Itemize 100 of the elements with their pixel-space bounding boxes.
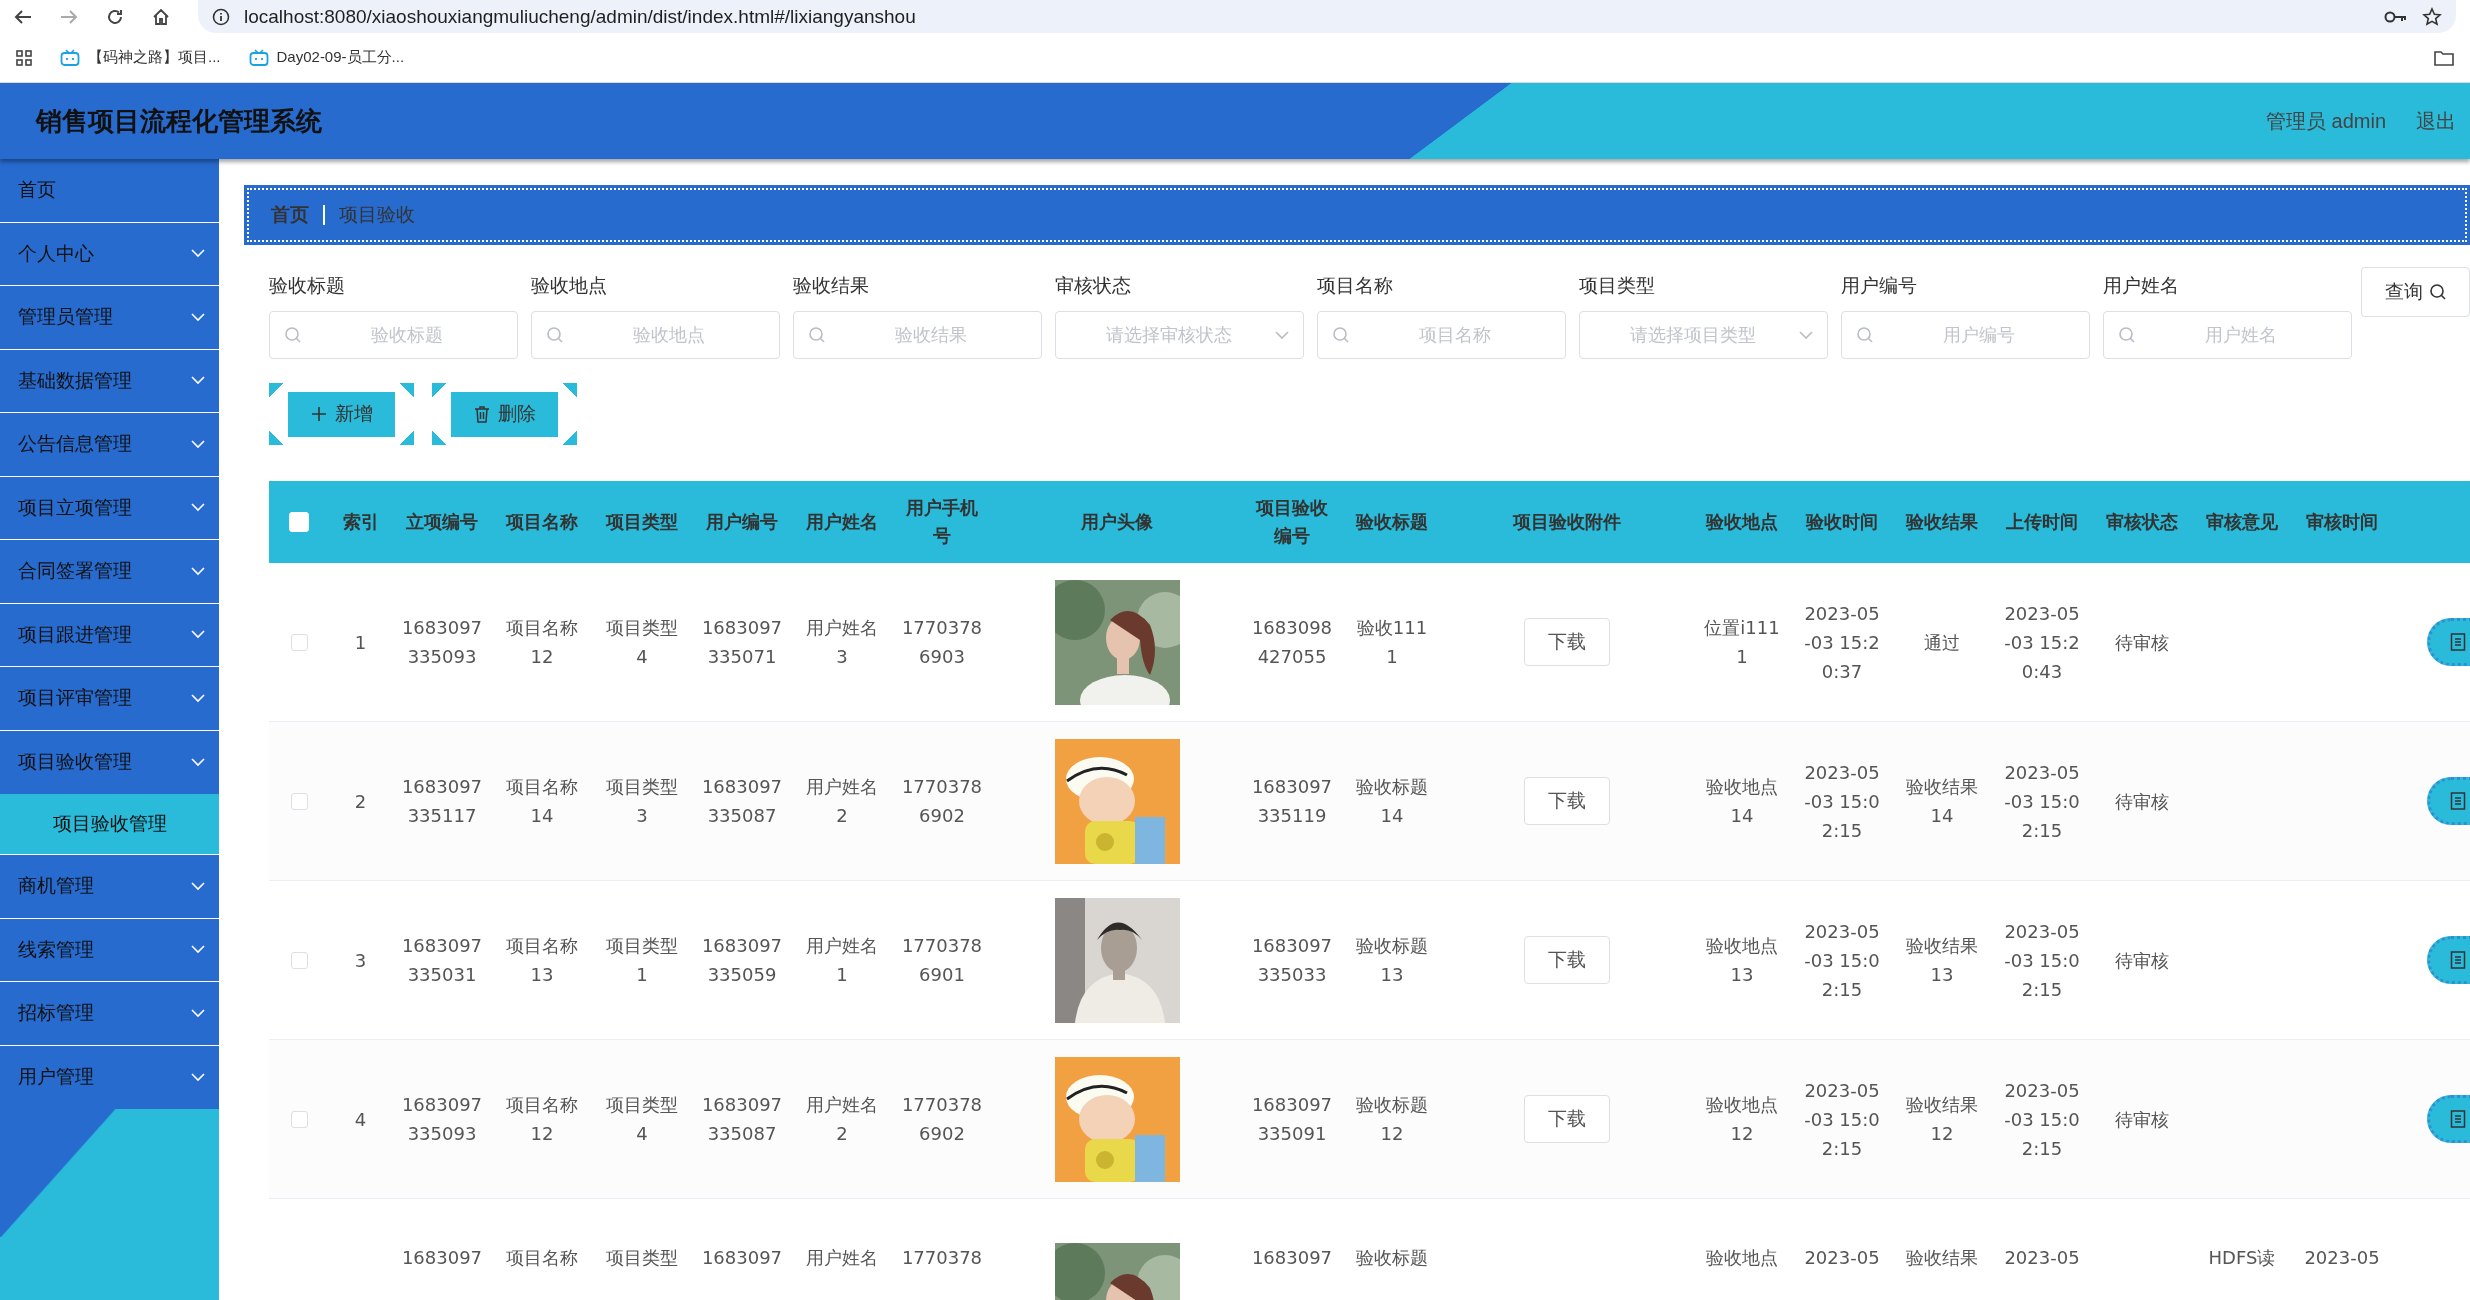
table-cell-text: 项目类型4 [605,1093,679,1146]
filter-label: 验收地点 [531,274,608,298]
table-cell-text: 17703786901 [901,934,983,987]
table-cell-text: 验收地点14 [1705,775,1779,828]
table-cell-text: 2023-05-03 15:20:43 [2003,601,2081,684]
chevron-down-icon [1275,330,1290,340]
search-icon [546,326,564,344]
back-icon[interactable] [14,8,32,25]
chevron-down-icon [191,693,205,703]
reload-icon[interactable] [106,7,124,26]
table-cell-text: 17703786903 [901,616,983,669]
table-cell-text: 项目名称12 [505,1093,579,1146]
table-cell-text: 1683097335093 [401,1093,483,1146]
apps-icon[interactable] [16,49,32,66]
table-cell-text: 用户姓名2 [805,1093,879,1146]
filter-label: 用户姓名 [2103,274,2181,298]
table-cell-text: 17703786902 [901,1093,983,1146]
table-cell-text: 通过 [1924,630,1960,655]
star-icon[interactable] [2422,6,2442,27]
table-cell-text: 1683097335071 [701,616,783,669]
checkbox[interactable] [290,633,308,651]
table-cell-text: 1683098427055 [1251,616,1333,669]
table-cell-text: 1683097335117 [401,775,483,828]
app-title: 销售项目流程化管理系统 [36,104,323,138]
column-header: 立项编号 [406,511,478,534]
folder-icon[interactable] [2434,49,2454,66]
checkbox[interactable] [290,1110,308,1128]
table-cell-text: 1770378 [901,1246,983,1270]
table-cell-text: 项目类型1 [605,934,679,987]
column-header: 审核状态 [2106,511,2178,534]
table-cell-text: 验收标题14 [1355,775,1429,828]
checkbox[interactable] [290,951,308,969]
column-header: 验收标题 [1356,511,1428,534]
document-icon [2450,792,2466,810]
table-cell-text: 1683097 [701,1246,783,1270]
table-cell-text: 2023-05-03 15:02:15 [1803,1078,1881,1161]
filter-label: 审核状态 [1055,274,1133,298]
column-header: 用户编号 [706,511,778,534]
download-button[interactable]: 下载 [1524,936,1610,984]
table-cell-text: 项目名称13 [505,934,579,987]
search-icon [808,326,827,344]
column-header: 用户手机号 [905,497,979,548]
table-cell-text: 2023-05-03 15:02:15 [2003,760,2081,843]
search-icon [2118,326,2137,344]
info-icon[interactable] [212,7,230,26]
chevron-down-icon [191,312,205,322]
download-button[interactable]: 下载 [1524,1095,1610,1143]
download-button[interactable]: 下载 [1524,618,1610,666]
table-cell-text: 1683097 [401,1246,483,1270]
table-cell-text: 项目名称12 [505,616,579,669]
column-header: 用户姓名 [806,511,878,534]
chevron-down-icon [191,249,205,259]
search-icon [2428,283,2447,301]
column-header: 用户头像 [1081,511,1153,534]
bookmark-link[interactable]: 【码神之路】项目... [88,48,221,67]
column-header: 项目验收编号 [1254,497,1329,548]
chevron-down-icon [191,566,205,576]
bookmark-link[interactable]: Day02-09-员工分... [276,48,405,67]
chevron-down-icon [191,376,205,386]
table-cell-text: 1683097335033 [1251,934,1333,987]
table-cell-text: 2023-05-03 15:02:15 [1803,760,1881,843]
chevron-down-icon [191,1008,205,1018]
filter-label: 项目名称 [1317,274,1395,298]
table-cell-text: 4 [354,1107,367,1132]
table-cell-text: 2023-05 [1804,1246,1880,1270]
sidebar-subitem[interactable]: 项目验收管理 [0,794,219,855]
column-header: 验收结果 [1906,511,1978,534]
filter-label: 验收结果 [793,274,871,298]
chevron-down-icon [1799,330,1814,340]
chevron-down-icon [191,881,205,891]
table-cell-text: 验收地点 [1706,1246,1778,1270]
table-cell-text: 验收1111 [1355,616,1429,669]
checkbox[interactable] [290,792,308,810]
user-label: 管理员 admin [2265,108,2386,134]
tv-icon [60,48,80,67]
table-cell-text: 待审核 [2115,789,2169,814]
table-cell-text: 3 [354,948,367,973]
home-icon[interactable] [152,7,170,26]
trash-icon [473,405,490,423]
filter-label: 项目类型 [1579,274,1657,298]
table-cell-text: 项目类型 [606,1246,678,1270]
chevron-down-icon [191,1072,205,1082]
tv-icon [248,48,269,67]
logout-link[interactable]: 退出 [2416,107,2456,135]
column-header: 项目名称 [506,511,578,534]
chevron-down-icon [191,757,205,767]
query-button[interactable]: 查询 [2361,267,2470,317]
breadcrumb-link[interactable]: 首页 [271,202,309,228]
table-cell-text: 2023-05-03 15:02:15 [1803,919,1881,1002]
column-header: 审核意见 [2206,511,2278,534]
table-cell-text: 验收结果14 [1905,775,1979,828]
document-icon [2450,1110,2466,1128]
table-cell-text: 项目名称 [506,1246,578,1270]
delete-button[interactable]: 删除 [432,383,577,445]
column-header: 审核时间 [2306,511,2378,534]
table-cell-text: 项目类型3 [605,775,679,828]
table-cell-text: 验收结果 [1906,1246,1978,1270]
table-cell-text: 1683097335119 [1251,775,1333,828]
add-button[interactable]: 新增 [269,383,414,445]
download-button[interactable]: 下载 [1524,777,1610,825]
